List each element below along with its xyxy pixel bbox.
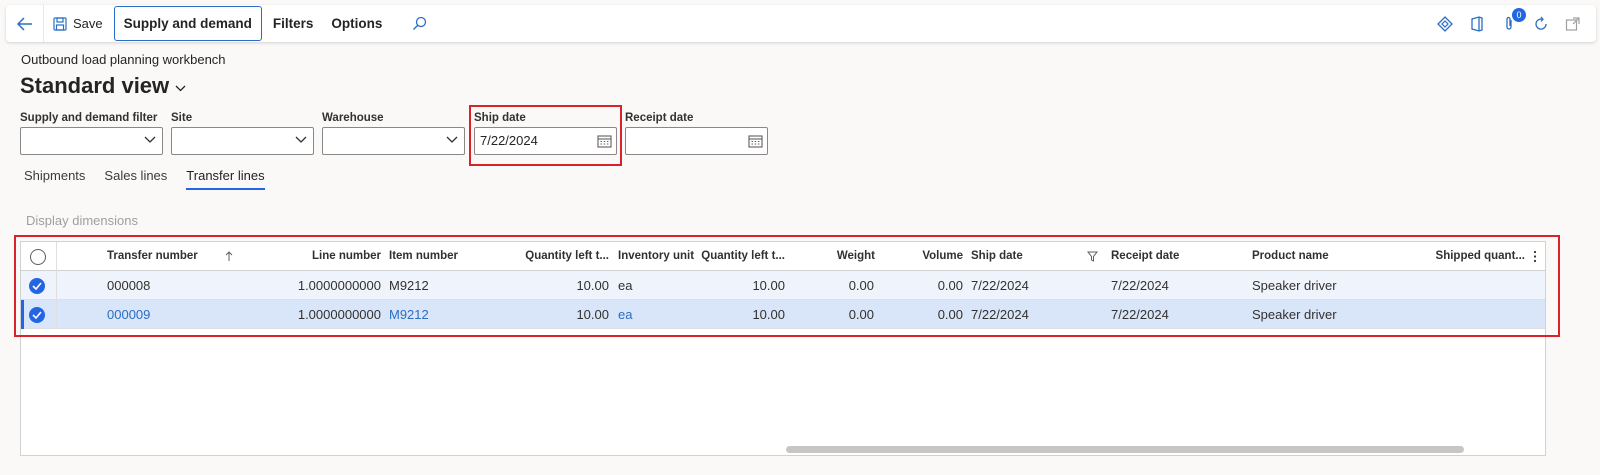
view-selector[interactable]: Standard view	[20, 73, 186, 99]
display-dimensions-button[interactable]: Display dimensions	[26, 213, 138, 228]
supply-demand-filter-label: Supply and demand filter	[20, 112, 158, 124]
tab-supply-and-demand[interactable]: Supply and demand	[113, 6, 262, 41]
warehouse-field: Warehouse	[322, 111, 465, 155]
back-button[interactable]	[6, 5, 44, 42]
site-label: Site	[171, 112, 193, 124]
supply-demand-filter-dropdown[interactable]	[20, 127, 163, 155]
attachment-icon[interactable]: 0	[1500, 7, 1526, 33]
chevron-down-icon	[295, 136, 307, 143]
tab-options[interactable]: Options	[322, 6, 391, 41]
calendar-icon[interactable]	[748, 134, 763, 148]
diamond-icon[interactable]	[1436, 15, 1454, 33]
open-in-new-window-icon[interactable]	[1564, 15, 1582, 33]
chevron-down-icon	[144, 136, 156, 143]
back-arrow-icon	[16, 16, 32, 31]
site-dropdown[interactable]	[171, 127, 314, 155]
chevron-down-icon	[446, 136, 458, 143]
search-icon	[412, 16, 427, 30]
office-icon[interactable]	[1468, 15, 1486, 33]
site-field: Site	[171, 111, 314, 155]
action-pane: Save Supply and demand Filters Options 0	[6, 5, 1596, 42]
breadcrumb: Outbound load planning workbench	[21, 52, 226, 67]
tab-transfer-lines[interactable]: Transfer lines	[186, 168, 265, 190]
receipt-date-field: Receipt date	[625, 111, 768, 155]
lines-tab-strip: Shipments Sales lines Transfer lines	[24, 168, 265, 190]
chevron-down-icon	[175, 85, 186, 91]
warehouse-dropdown[interactable]	[322, 127, 465, 155]
save-label: Save	[73, 16, 103, 31]
tab-filters[interactable]: Filters	[264, 6, 323, 41]
save-icon	[53, 16, 67, 31]
refresh-icon[interactable]	[1532, 15, 1550, 33]
save-button[interactable]: Save	[44, 6, 112, 41]
horizontal-scrollbar[interactable]	[786, 446, 1464, 453]
supply-demand-filter-field: Supply and demand filter	[20, 111, 163, 155]
receipt-date-input[interactable]	[625, 127, 768, 155]
tab-sales-lines[interactable]: Sales lines	[104, 168, 167, 190]
notification-badge: 0	[1512, 7, 1526, 22]
tab-shipments[interactable]: Shipments	[24, 168, 85, 190]
warehouse-label: Warehouse	[322, 112, 384, 124]
search-button[interactable]	[401, 6, 437, 41]
ship-date-highlight	[469, 105, 622, 166]
receipt-date-label: Receipt date	[625, 112, 694, 124]
grid-highlight	[14, 235, 1560, 337]
page-title: Standard view	[20, 73, 170, 98]
